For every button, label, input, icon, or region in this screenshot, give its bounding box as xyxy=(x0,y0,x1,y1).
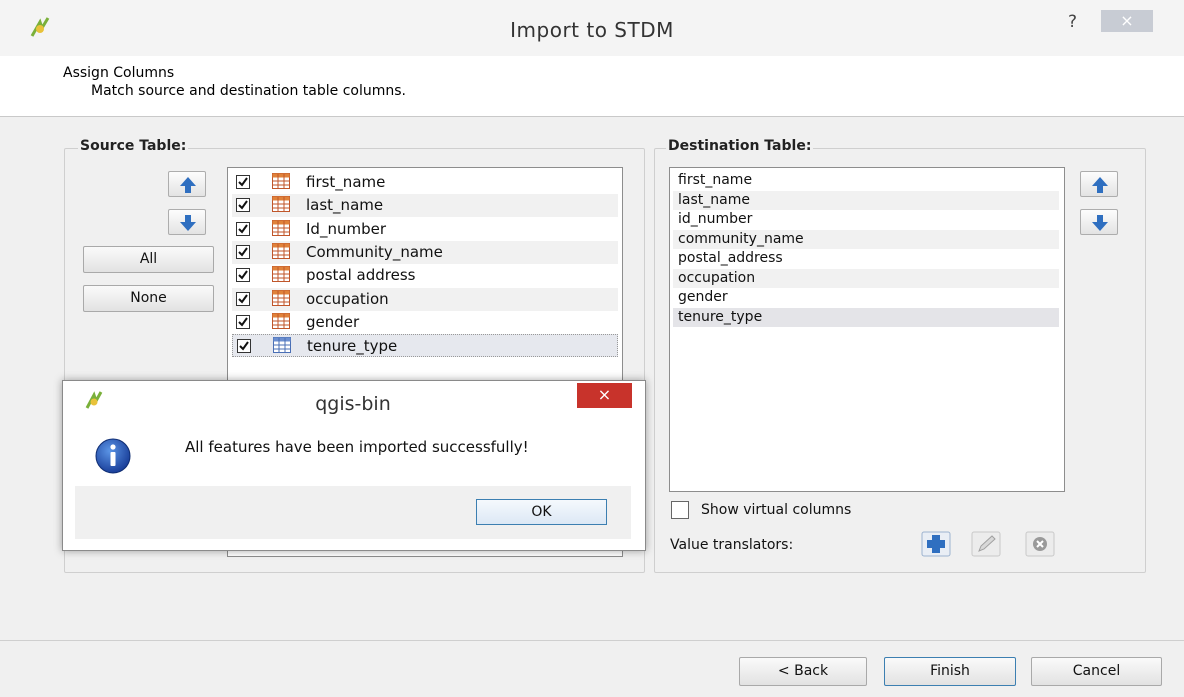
page-subtitle: Match source and destination table colum… xyxy=(91,83,406,99)
dialog-close-button[interactable]: × xyxy=(577,383,632,408)
destination-table-title: Destination Table: xyxy=(666,138,814,154)
back-button[interactable]: < Back xyxy=(739,657,867,686)
value-translators-label: Value translators: xyxy=(670,537,794,553)
column-checkbox[interactable] xyxy=(236,175,250,189)
column-label: postal address xyxy=(306,266,416,285)
table-column-icon xyxy=(273,337,291,354)
destination-column-row[interactable]: community_name xyxy=(673,229,1059,249)
table-column-icon xyxy=(272,196,290,213)
finish-button[interactable]: Finish xyxy=(884,657,1016,686)
table-column-icon xyxy=(272,289,290,306)
help-button[interactable]: ? xyxy=(1068,12,1077,32)
checkmark-icon xyxy=(238,293,248,304)
source-column-row[interactable]: Id_number xyxy=(232,218,618,241)
source-column-row[interactable]: first_name xyxy=(232,171,618,194)
column-label: tenure_type xyxy=(307,337,398,356)
column-checkbox[interactable] xyxy=(236,244,250,259)
destination-column-row[interactable]: postal_address xyxy=(673,249,1059,268)
destination-column-row[interactable]: tenure_type xyxy=(673,307,1059,327)
destination-column-row[interactable]: gender xyxy=(673,288,1059,307)
pencil-icon xyxy=(971,531,1001,557)
column-checkbox[interactable] xyxy=(236,221,250,236)
select-all-button[interactable]: All xyxy=(83,246,214,273)
show-virtual-columns-label: Show virtual columns xyxy=(701,502,852,518)
column-label: first_name xyxy=(306,173,386,191)
arrow-up-icon xyxy=(180,177,196,193)
footer-divider xyxy=(0,640,1184,641)
window-title: Import to STDM xyxy=(510,18,674,42)
dialog-title: qgis-bin xyxy=(315,393,391,415)
checkmark-icon xyxy=(238,270,248,280)
window-close-button[interactable]: × xyxy=(1101,10,1153,32)
column-checkbox[interactable] xyxy=(236,198,250,213)
dialog-title-bar: qgis-bin × xyxy=(63,381,643,423)
checkmark-icon xyxy=(238,247,248,257)
column-label: Community_name xyxy=(306,242,443,261)
dialog-body: All features have been imported successf… xyxy=(75,423,631,485)
success-message-dialog: qgis-bin × All features have been import… xyxy=(62,380,646,551)
remove-translator-button[interactable] xyxy=(1024,530,1056,558)
cancel-button[interactable]: Cancel xyxy=(1031,657,1162,686)
arrow-down-icon xyxy=(1092,215,1108,231)
source-move-up-button[interactable] xyxy=(168,171,206,197)
column-checkbox[interactable] xyxy=(236,314,250,329)
table-column-icon xyxy=(272,266,290,283)
source-table-title: Source Table: xyxy=(78,138,189,154)
arrow-down-icon xyxy=(180,215,196,231)
source-column-row[interactable]: postal address xyxy=(232,264,618,287)
column-checkbox[interactable] xyxy=(236,268,250,283)
table-column-icon xyxy=(272,242,290,259)
source-column-row[interactable]: Community_name xyxy=(232,240,618,264)
source-column-row[interactable]: tenure_type xyxy=(232,334,618,358)
edit-translator-button[interactable] xyxy=(970,530,1002,558)
column-label: gender xyxy=(306,312,360,331)
plus-icon xyxy=(921,531,951,557)
destination-columns-list[interactable]: first_name last_name id_number community_na… xyxy=(669,167,1065,492)
column-checkbox[interactable] xyxy=(236,291,250,306)
remove-icon xyxy=(1025,531,1055,557)
destination-column-row[interactable]: last_name xyxy=(673,190,1059,210)
checkmark-icon xyxy=(238,224,248,234)
column-label: Id_number xyxy=(306,219,386,238)
checkmark-icon xyxy=(238,317,248,327)
destination-column-row[interactable]: first_name xyxy=(673,171,1059,190)
show-virtual-columns-checkbox[interactable] xyxy=(671,501,689,519)
destination-move-up-button[interactable] xyxy=(1080,171,1118,197)
dialog-message: All features have been imported successf… xyxy=(185,438,529,456)
ok-button[interactable]: OK xyxy=(476,499,607,525)
table-column-icon xyxy=(272,173,290,189)
page-title: Assign Columns xyxy=(63,65,175,81)
table-column-icon xyxy=(272,312,290,329)
source-column-row[interactable]: occupation xyxy=(232,287,618,311)
select-none-button[interactable]: None xyxy=(83,285,214,312)
add-translator-button[interactable] xyxy=(920,530,952,558)
column-label: occupation xyxy=(306,289,389,308)
source-column-row[interactable]: last_name xyxy=(232,194,618,218)
page-header: Assign Columns Match source and destinat… xyxy=(0,56,1184,117)
import-wizard-window: Import to STDM ? × Assign Columns Match … xyxy=(0,0,1184,697)
title-bar: Import to STDM ? × xyxy=(0,0,1184,60)
checkmark-icon xyxy=(238,177,248,187)
info-icon xyxy=(95,438,131,474)
arrow-up-icon xyxy=(1092,177,1108,193)
checkmark-icon xyxy=(239,341,249,351)
destination-move-down-button[interactable] xyxy=(1080,209,1118,235)
dialog-footer: OK xyxy=(75,486,631,539)
column-checkbox[interactable] xyxy=(237,339,251,354)
checkmark-icon xyxy=(238,200,248,210)
destination-column-row[interactable]: id_number xyxy=(673,210,1059,229)
column-label: last_name xyxy=(306,196,384,215)
destination-column-row[interactable]: occupation xyxy=(673,268,1059,288)
table-column-icon xyxy=(272,219,290,236)
source-column-row[interactable]: gender xyxy=(232,311,618,334)
source-move-down-button[interactable] xyxy=(168,209,206,235)
